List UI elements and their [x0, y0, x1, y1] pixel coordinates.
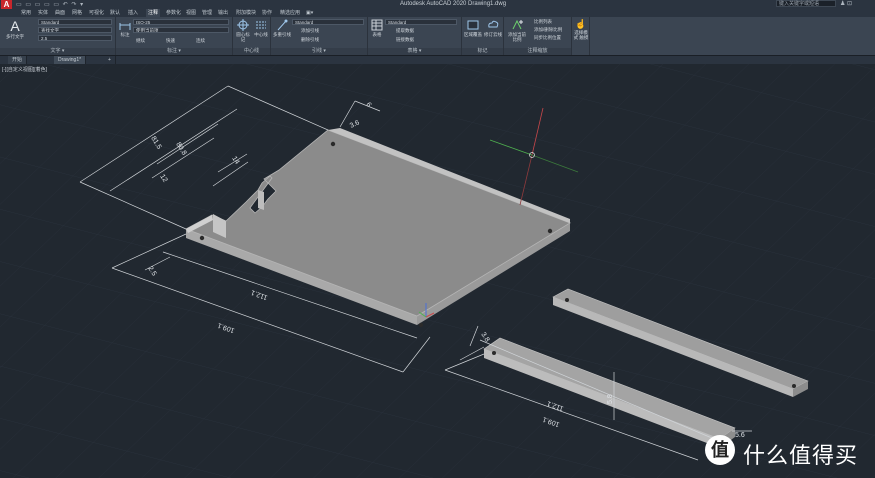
tab-insert[interactable]: 插入: [128, 9, 138, 17]
continue-button[interactable]: 继续: [136, 38, 145, 44]
centerline-button[interactable]: 中心线: [252, 19, 270, 37]
dimension-panel: 标注 ISO-25 使用当前项 继续 快速 连续 标注 ▾: [116, 17, 233, 55]
remove-leader-button[interactable]: 删除引线: [301, 37, 319, 43]
add-scale-icon: [512, 19, 523, 30]
dimension-icon: [119, 23, 131, 30]
viewport-controls[interactable]: [-][自定义视图][着色]: [2, 66, 47, 73]
mtext-icon: A: [10, 18, 20, 34]
markup-panel: 区域覆盖 修订云线 标记: [462, 17, 504, 55]
find-text-field[interactable]: 查找文字: [38, 27, 112, 33]
plate-hole: [330, 141, 336, 147]
center-mark-icon: [237, 19, 249, 31]
document-tab-bar: 开始 Drawing1* +: [0, 56, 875, 64]
ribbon-tab-bar: 常用 实体 曲面 网格 可视化 默认 插入 注释 参数化 视图 管理 输出 附加…: [0, 9, 875, 17]
baseline-button[interactable]: 连续: [196, 38, 205, 44]
revcloud-button[interactable]: 修订云线: [483, 19, 503, 37]
table-button[interactable]: 表格: [370, 19, 384, 37]
plate-hole: [547, 228, 553, 234]
tab-home-extra[interactable]: 常用: [21, 9, 31, 17]
centerline-panel: 圆心标记 中心线 中心线: [233, 17, 271, 55]
leader-panel: 多重引线 Standard 添加引线 删除引线 引线 ▾: [271, 17, 368, 55]
select-mode-button[interactable]: ☝ 选择模式 触摸: [573, 19, 589, 40]
tab-parametric[interactable]: 参数化: [166, 9, 181, 17]
leader-style-dropdown[interactable]: Standard: [292, 19, 364, 25]
search-input[interactable]: 键入关键字或短语: [776, 0, 836, 7]
dim-layer-dropdown[interactable]: 使用当前项: [133, 27, 229, 33]
new-tab-button[interactable]: +: [104, 56, 116, 64]
link-data-button[interactable]: 链接数据: [396, 37, 414, 43]
sync-scale-positions-button[interactable]: 同步比例位置: [534, 35, 561, 41]
tab-drawing1[interactable]: Drawing1*: [54, 56, 87, 64]
markup-panel-title[interactable]: 标记: [462, 48, 503, 55]
scale-list-button[interactable]: 比例列表: [534, 19, 552, 25]
watermark-logo: 值: [705, 435, 735, 465]
tab-annotate[interactable]: 注释: [146, 9, 161, 17]
add-leader-button[interactable]: 添加引线: [301, 28, 319, 34]
multileader-button[interactable]: 多重引线: [273, 19, 291, 37]
select-mode-panel: ☝ 选择模式 触摸: [572, 17, 590, 55]
leader-panel-title[interactable]: 引线 ▾: [271, 48, 367, 55]
watermark-text: 什么值得买: [743, 443, 859, 468]
table-panel-title[interactable]: 表格 ▾: [368, 48, 461, 55]
dimension-panel-title[interactable]: 标注 ▾: [116, 48, 232, 55]
annotation-scaling-panel: 添加当前比例 比例列表 添加/删除比例 同步比例位置 注释缩放: [504, 17, 572, 55]
tab-start[interactable]: 开始: [8, 56, 28, 64]
annotation-scaling-panel-title[interactable]: 注释缩放: [504, 48, 571, 55]
window-title: Autodesk AutoCAD 2020 Drawing1.dwg: [400, 1, 507, 7]
watermark: 值 什么值得买: [705, 432, 875, 468]
dimension-button[interactable]: 标注: [118, 21, 132, 37]
tab-visualize[interactable]: 可视化: [89, 9, 104, 17]
plate-hole: [199, 235, 205, 241]
tab-default[interactable]: 默认: [110, 9, 120, 17]
text-style-dropdown[interactable]: Standard: [38, 19, 112, 25]
title-bar: A ▭ ▭ ▭ ▭ ▭ ↶ ↷ ▾ Autodesk AutoCAD 2020 …: [0, 0, 875, 9]
ribbon: A 多行文字 Standard 查找文字 2.5 文字 ▾ 标注 ISO-25 …: [0, 17, 875, 56]
tab-solid[interactable]: 实体: [38, 9, 48, 17]
tab-manage[interactable]: 管理: [202, 9, 212, 17]
app-menu-button[interactable]: A: [1, 0, 12, 9]
add-current-scale-button[interactable]: 添加当前比例: [506, 19, 528, 42]
centerline-icon: [256, 21, 266, 29]
tab-more[interactable]: ▣▾: [306, 9, 313, 17]
text-panel: A 多行文字 Standard 查找文字 2.5 文字 ▾: [0, 17, 116, 55]
quick-access-toolbar[interactable]: ▭ ▭ ▭ ▭ ▭ ↶ ↷ ▾: [16, 1, 84, 8]
dim-text: 5.8: [607, 394, 614, 404]
plate-hole: [418, 322, 424, 328]
extract-data-button[interactable]: 提取数据: [396, 28, 414, 34]
table-style-dropdown[interactable]: Standard: [385, 19, 457, 25]
tab-surface[interactable]: 曲面: [55, 9, 65, 17]
tab-featured-apps[interactable]: 精选应用: [280, 9, 300, 17]
tab-mesh[interactable]: 网格: [72, 9, 82, 17]
user-icon[interactable]: ♟ ⊡: [840, 0, 852, 7]
centerline-panel-title[interactable]: 中心线: [233, 48, 270, 55]
table-panel: 表格 Standard 提取数据 链接数据 表格 ▾: [368, 17, 462, 55]
touch-icon: ☝: [575, 19, 587, 29]
revcloud-icon: [488, 20, 499, 28]
multileader-icon: [277, 19, 288, 31]
wipeout-icon: [467, 20, 479, 30]
tab-addins[interactable]: 附加模块: [236, 9, 256, 17]
mtext-button[interactable]: A 多行文字: [3, 19, 27, 39]
text-panel-title[interactable]: 文字 ▾: [0, 48, 115, 55]
tab-collaborate[interactable]: 协作: [262, 9, 272, 17]
text-height-dropdown[interactable]: 2.5: [38, 35, 112, 41]
quick-dim-button[interactable]: 快速: [166, 38, 175, 44]
tab-view[interactable]: 视图: [186, 9, 196, 17]
dim-style-dropdown[interactable]: ISO-25: [133, 19, 229, 25]
center-mark-button[interactable]: 圆心标记: [235, 19, 251, 42]
wipeout-button[interactable]: 区域覆盖: [463, 19, 483, 37]
tab-output[interactable]: 输出: [218, 9, 228, 17]
model-viewport[interactable]: 81.5 80.8 12 14 6 3.6 2.5 112.1 109.1 3.…: [0, 64, 875, 478]
table-icon: [371, 19, 383, 31]
add-delete-scale-button[interactable]: 添加/删除比例: [534, 27, 562, 33]
